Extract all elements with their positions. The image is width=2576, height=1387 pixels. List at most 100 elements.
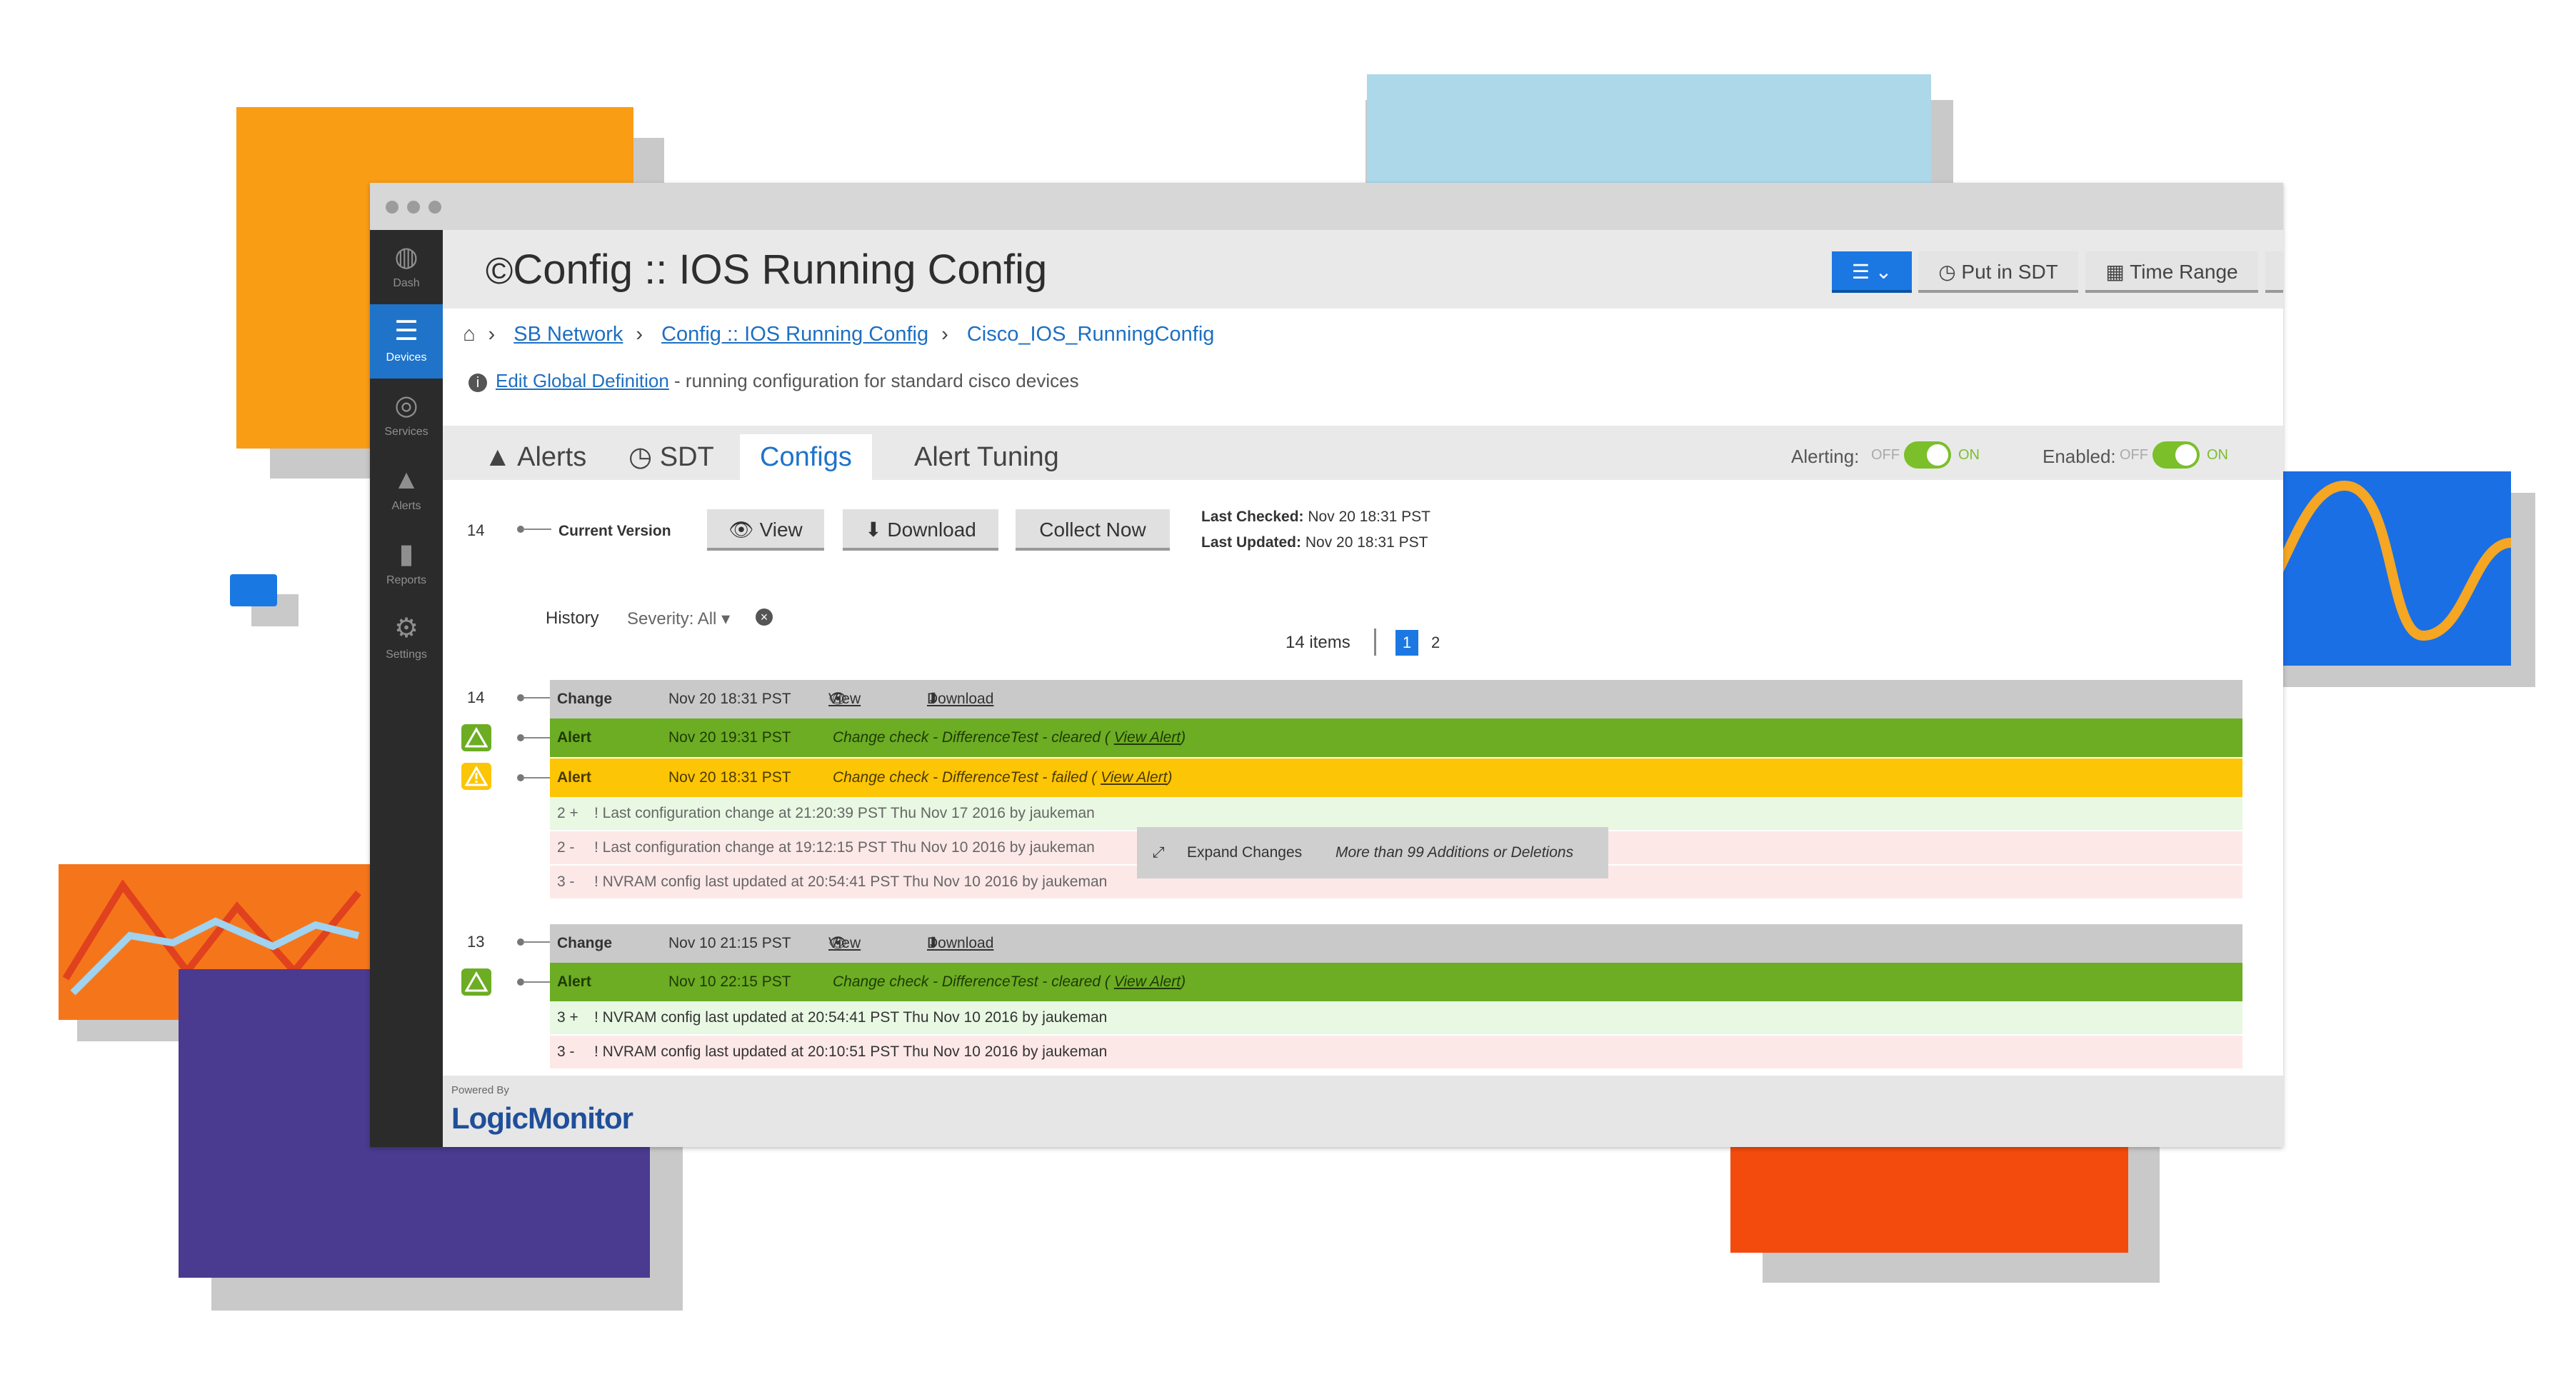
tab-configs[interactable]: Configs (740, 434, 872, 480)
severity-filter[interactable]: Severity: All ▾ (627, 609, 730, 629)
download-button[interactable]: ⬇ Download (843, 509, 998, 551)
tab-bar: ▲ Alerts ◷ SDT Configs Alert Tuning Aler… (443, 426, 2283, 480)
sidebar-item-label: Services (384, 426, 429, 438)
enabled-toggle[interactable] (2152, 441, 2200, 469)
collect-now-button[interactable]: Collect Now (1016, 509, 1170, 551)
device-icon: ☰ (1851, 261, 1870, 283)
sidebar: ◍ Dash ☰ Devices ◎ Services ▲ Alerts ▮ R… (370, 230, 443, 1147)
settings-icon: ⚙ (394, 614, 419, 644)
window-zoom-dot[interactable] (429, 201, 441, 214)
page-2-button[interactable]: 2 (1431, 630, 1440, 656)
timeline-connector (523, 941, 551, 943)
home-icon[interactable]: ⌂ (463, 323, 476, 346)
window-minimize-dot[interactable] (407, 201, 420, 214)
tab-sdt[interactable]: ◷ SDT (628, 434, 714, 480)
version-number: 14 (467, 689, 485, 706)
dashboard-icon: ◍ (394, 242, 419, 272)
reports-icon: ▮ (399, 539, 414, 569)
sidebar-item-label: Reports (386, 574, 427, 586)
chevron-down-icon: ⌄ (1875, 261, 1893, 283)
window-titlebar (370, 183, 2283, 230)
alert-row-cleared: Alert Nov 20 19:31 PST Change check - Di… (550, 718, 2242, 757)
sidebar-item-services[interactable]: ◎ Services (370, 379, 443, 453)
clear-filter-icon[interactable]: × (756, 609, 773, 626)
alerting-on-label: ON (1958, 447, 1980, 463)
breadcrumb-link[interactable]: Config :: IOS Running Config (661, 323, 928, 346)
put-in-sdt-button[interactable]: ◷ Put in SDT (1918, 251, 2078, 293)
change-row: Change Nov 20 18:31 PST 👁 View ⬇ Downloa… (550, 680, 2242, 718)
caret-down-icon: ▾ (721, 609, 731, 629)
cleared-alert-badge (461, 724, 491, 751)
enabled-on-label: ON (2207, 447, 2228, 463)
warning-icon: ▲ (484, 442, 511, 472)
alert-row-failed: Alert Nov 20 18:31 PST Change check - Di… (550, 758, 2242, 797)
deco-lightblue-block (1367, 74, 1931, 189)
view-alert-link[interactable]: View Alert (1114, 973, 1181, 990)
view-alert-link[interactable]: View Alert (1101, 769, 1167, 786)
version-number: 13 (467, 933, 485, 951)
enabled-label: Enabled: (2043, 446, 2116, 467)
download-link[interactable]: ⬇ Download (927, 680, 993, 718)
chevron-right-icon: › (636, 323, 643, 346)
app-window: ◍ Dash ☰ Devices ◎ Services ▲ Alerts ▮ R… (370, 183, 2283, 1147)
sidebar-item-label: Settings (386, 649, 427, 661)
diff-line-added: 3 + ! NVRAM config last updated at 20:54… (550, 1001, 2242, 1034)
sidebar-item-label: Dash (393, 277, 420, 289)
config-copyright-icon: © (486, 251, 513, 292)
window-close-dot[interactable] (386, 201, 399, 214)
page-1-button[interactable]: 1 (1395, 630, 1418, 656)
view-link[interactable]: 👁 View (828, 680, 861, 718)
favorite-star-button[interactable]: ☆ (2265, 251, 2283, 293)
triangle-cleared-icon (465, 971, 488, 992)
sidebar-item-settings[interactable]: ⚙ Settings (370, 601, 443, 676)
time-range-button[interactable]: ▦ Time Range (2085, 251, 2258, 293)
sdt-clock-icon: ◷ (1938, 261, 1956, 283)
change-row: Change Nov 10 21:15 PST 👁 View ⬇ Downloa… (550, 924, 2242, 963)
powered-by-label: Powered By (451, 1084, 509, 1096)
download-link[interactable]: ⬇ Download (927, 924, 993, 963)
view-link[interactable]: 👁 View (828, 924, 861, 963)
triangle-cleared-icon (465, 727, 488, 748)
edit-global-definition-link[interactable]: Edit Global Definition (496, 370, 669, 391)
alerting-toggle[interactable] (1904, 441, 1951, 469)
enabled-off-label: OFF (2120, 447, 2148, 463)
timeline-connector (523, 697, 551, 698)
current-version-number: 14 (467, 521, 485, 539)
services-icon: ◎ (394, 391, 419, 421)
warning-alert-badge (461, 763, 491, 790)
sidebar-item-alerts[interactable]: ▲ Alerts (370, 453, 443, 527)
breadcrumb-current[interactable]: Cisco_IOS_RunningConfig (967, 323, 1215, 346)
sidebar-item-devices[interactable]: ☰ Devices (370, 304, 443, 379)
diff-line-added: 2 + ! Last configuration change at 21:20… (550, 797, 2242, 830)
eye-icon: 👁 (728, 519, 754, 541)
history-label: History (546, 609, 599, 628)
sidebar-item-reports[interactable]: ▮ Reports (370, 527, 443, 601)
items-count: 14 items (1286, 633, 1350, 652)
info-text: - running configuration for standard cis… (668, 370, 1079, 391)
cleared-alert-badge (461, 968, 491, 996)
view-button[interactable]: 👁 View (707, 509, 824, 551)
sidebar-item-dash[interactable]: ◍ Dash (370, 230, 443, 304)
definition-info: i Edit Global Definition - running config… (468, 370, 1079, 392)
devices-icon: ☰ (394, 316, 419, 346)
view-alert-link[interactable]: View Alert (1114, 729, 1181, 746)
diff-line-removed: 3 - ! NVRAM config last updated at 20:10… (550, 1036, 2242, 1068)
alerts-icon: ▲ (393, 465, 420, 495)
tab-alert-tuning[interactable]: Alert Tuning (914, 434, 1059, 480)
page-title: ©Config :: IOS Running Config (486, 246, 1048, 293)
calendar-icon: ▦ (2105, 261, 2125, 283)
sidebar-item-label: Devices (386, 351, 427, 364)
device-menu-button[interactable]: ☰ ⌄ (1832, 251, 1912, 293)
alert-row-cleared: Alert Nov 10 22:15 PST Change check - Di… (550, 963, 2242, 1001)
deco-small-blue-block (230, 574, 277, 606)
alerting-off-label: OFF (1871, 447, 1900, 463)
tab-alerts[interactable]: ▲ Alerts (484, 434, 586, 480)
pagination-divider (1374, 629, 1376, 656)
expand-changes-button[interactable]: ⤢ Expand Changes More than 99 Additions … (1137, 827, 1608, 878)
breadcrumb-link[interactable]: SB Network (513, 323, 623, 346)
triangle-warning-icon (465, 766, 488, 786)
info-icon: i (468, 374, 487, 392)
logicmonitor-logo: LogicMonitor (451, 1101, 633, 1135)
breadcrumb: ⌂ › SB Network › Config :: IOS Running Con… (463, 323, 2177, 346)
sidebar-item-label: Alerts (391, 500, 421, 512)
